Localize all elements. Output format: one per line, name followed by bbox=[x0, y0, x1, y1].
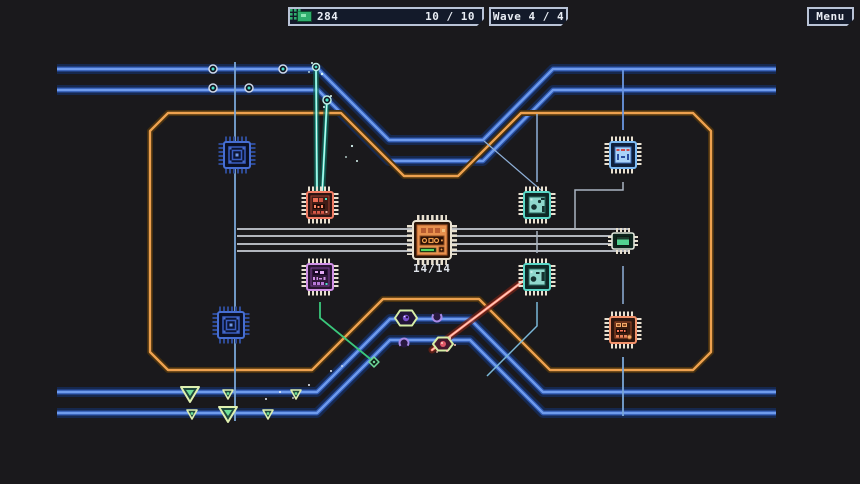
core-cpu[interactable] bbox=[410, 218, 454, 262]
grid-icon bbox=[290, 9, 301, 20]
laser-tower-red[interactable] bbox=[304, 189, 336, 221]
empty-slot-chip[interactable] bbox=[215, 309, 247, 341]
wave-panel: Wave 4 / 4 bbox=[489, 7, 568, 26]
laser-tower-teal-lower[interactable] bbox=[521, 261, 553, 293]
playfield bbox=[0, 0, 860, 484]
chip-green-small[interactable] bbox=[610, 230, 636, 252]
menu-label: Menu bbox=[816, 10, 845, 23]
game-screen: 284 10 / 10 Wave 4 / 4 Menu 14/14 bbox=[0, 0, 860, 484]
tower-orange[interactable] bbox=[607, 314, 639, 346]
hexagon-enemy-hit bbox=[433, 338, 453, 351]
money-group: 284 bbox=[297, 10, 338, 23]
tower-purple[interactable] bbox=[304, 261, 336, 293]
hexagon-enemy bbox=[395, 311, 417, 326]
menu-button[interactable]: Menu bbox=[807, 7, 854, 26]
cyan-laser-beam bbox=[316, 67, 327, 196]
resource-panel: 284 10 / 10 bbox=[288, 7, 484, 26]
empty-slot-chip[interactable] bbox=[221, 139, 253, 171]
wave-label: Wave 4 / 4 bbox=[493, 10, 564, 23]
tiles-group: 10 / 10 bbox=[425, 10, 475, 23]
tiles-value: 10 / 10 bbox=[425, 10, 475, 23]
core-health-fill bbox=[421, 249, 434, 251]
core-health-label: 14/14 bbox=[408, 262, 456, 275]
tower-lightblue[interactable] bbox=[607, 139, 639, 171]
money-value: 284 bbox=[317, 10, 338, 23]
laser-beams bbox=[316, 67, 535, 350]
tower-teal-upper[interactable] bbox=[521, 189, 553, 221]
